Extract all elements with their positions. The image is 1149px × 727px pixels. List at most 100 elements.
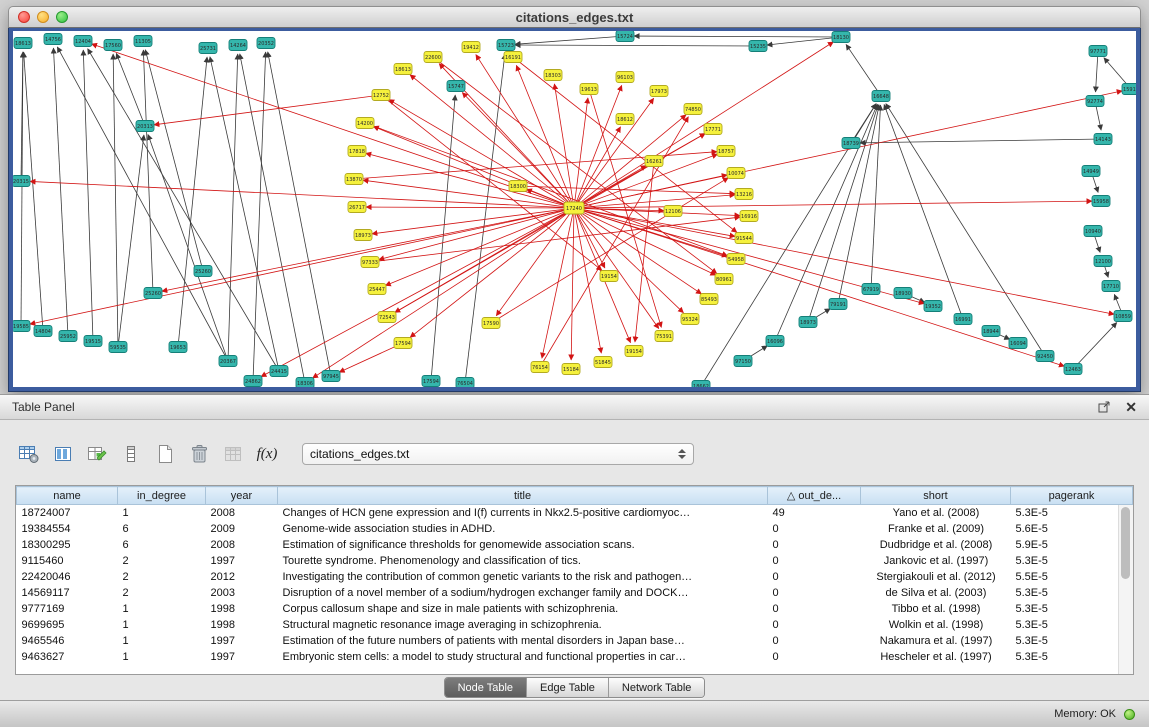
table-row[interactable]: 1938455462009Genome-wide association stu… [17,521,1133,537]
graph-edge[interactable] [515,36,625,44]
graph-edge[interactable] [389,100,574,208]
column-header-short[interactable]: short [861,487,1011,505]
graph-edge[interactable] [53,48,68,336]
graph-node[interactable]: 19154 [625,346,643,357]
table-row[interactable]: 1872400712008Changes of HCN gene express… [17,505,1133,521]
graph-edge[interactable] [83,50,93,341]
table-cell[interactable]: Hescheler et al. (1997) [861,649,1011,665]
graph-edge[interactable] [178,57,207,347]
table-cell[interactable]: 5.9E-5 [1011,537,1133,553]
graph-node[interactable]: 18612 [616,114,634,125]
graph-node[interactable]: 72543 [378,312,396,323]
graph-node[interactable]: 18662 [692,381,710,388]
graph-node[interactable]: 10074 [727,168,745,179]
table-cell[interactable]: 0 [768,553,861,569]
graph-node[interactable]: 17594 [394,338,412,349]
graph-node[interactable]: 24415 [270,366,288,377]
graph-edge[interactable] [372,208,574,234]
import-table-button[interactable] [218,441,248,467]
graph-edge[interactable] [30,181,574,208]
scrollbar-thumb[interactable] [1121,507,1130,579]
table-cell[interactable]: 0 [768,585,861,601]
graph-edge[interactable] [515,45,758,46]
graph-edge[interactable] [261,208,574,377]
table-cell[interactable]: 9699695 [17,617,118,633]
graph-node[interactable]: 15723 [497,40,515,51]
graph-node[interactable]: 76154 [531,362,549,373]
graph-node[interactable]: 26717 [348,202,366,213]
graph-node[interactable]: 16191 [504,52,522,63]
graph-node[interactable]: 15747 [447,81,465,92]
graph-edge[interactable] [1073,323,1117,369]
table-cell[interactable]: Tibbo et al. (1998) [861,601,1011,617]
graph-node[interactable]: 25731 [199,43,217,54]
graph-node[interactable]: 92450 [1036,351,1054,362]
graph-node[interactable]: 85493 [700,294,718,305]
table-cell[interactable]: 1 [118,649,206,665]
graph-node[interactable]: 92774 [1086,96,1104,107]
graph-node[interactable]: 12752 [372,90,390,101]
graph-edge[interactable] [860,139,1103,143]
table-cell[interactable]: Yano et al. (2008) [861,505,1011,521]
table-cell[interactable]: Wolkin et al. (1998) [861,617,1011,633]
table-cell[interactable]: 2 [118,585,206,601]
graph-edge[interactable] [634,36,841,37]
graph-node[interactable]: 18973 [354,230,372,241]
column-header-year[interactable]: year [206,487,278,505]
graph-node[interactable]: 20315 [13,176,30,187]
graph-node[interactable]: 97945 [322,371,340,382]
table-row[interactable]: 1456911722003Disruption of a novel membe… [17,585,1133,601]
graph-node[interactable]: 14804 [34,326,52,337]
graph-node[interactable]: 76504 [456,378,474,388]
graph-node[interactable]: 95324 [681,314,699,325]
graph-node[interactable]: 67919 [862,284,880,295]
table-cell[interactable]: 1998 [206,601,278,617]
graph-node[interactable]: 17594 [422,376,440,387]
graph-edge[interactable] [775,104,877,341]
graph-edge[interactable] [268,52,331,376]
table-cell[interactable]: 0 [768,537,861,553]
table-mode-button[interactable] [14,441,44,467]
table-cell[interactable]: 1998 [206,617,278,633]
table-cell[interactable]: Jankovic et al. (1997) [861,553,1011,569]
graph-node[interactable]: 22600 [424,52,442,63]
graph-node[interactable]: 10859 [1114,311,1132,322]
graph-node[interactable]: 15958 [1092,196,1110,207]
graph-node[interactable]: 17973 [650,86,668,97]
graph-node[interactable]: 91544 [735,233,753,244]
table-cell[interactable]: 2 [118,569,206,585]
graph-node[interactable]: 19515 [84,336,102,347]
table-cell[interactable]: 5.3E-5 [1011,649,1133,665]
show-columns-button[interactable] [48,441,78,467]
graph-node[interactable]: 17560 [104,40,122,51]
table-cell[interactable]: 2009 [206,521,278,537]
table-cell[interactable]: Nakamura et al. (1997) [861,633,1011,649]
table-cell[interactable]: 0 [768,569,861,585]
table-cell[interactable]: Estimation of significance thresholds fo… [278,537,768,553]
graph-node[interactable]: 16916 [740,211,758,222]
table-cell[interactable]: 0 [768,649,861,665]
graph-node[interactable]: 51845 [594,357,612,368]
table-cell[interactable]: 14569117 [17,585,118,601]
network-canvas[interactable]: 1724018613127521420017818138702671718973… [13,31,1136,387]
table-cell[interactable]: 5.6E-5 [1011,521,1133,537]
column-header-pagerank[interactable]: pagerank [1011,487,1133,505]
network-graph[interactable]: 1724018613127521420017818138702671718973… [13,31,1136,387]
graph-node[interactable]: 19352 [924,301,942,312]
graph-node[interactable]: 18973 [799,317,817,328]
graph-edge[interactable] [118,135,144,347]
function-builder-button[interactable]: f(x) [252,441,282,467]
graph-node[interactable]: 12100 [1094,256,1112,267]
graph-node[interactable]: 25447 [368,284,386,295]
graph-edge[interactable] [240,54,305,383]
graph-node[interactable]: 25952 [59,331,77,342]
table-cell[interactable]: 1997 [206,633,278,649]
graph-node[interactable]: 18303 [544,70,562,81]
graph-edge[interactable] [154,95,381,125]
table-cell[interactable]: 0 [768,521,861,537]
graph-node[interactable]: 74850 [684,104,702,115]
table-row[interactable]: 946362711997Embryonic stem cells: a mode… [17,649,1133,665]
table-selector[interactable]: citations_edges.txt [302,443,694,465]
graph-edge[interactable] [148,134,228,361]
float-panel-icon[interactable] [1098,401,1111,413]
